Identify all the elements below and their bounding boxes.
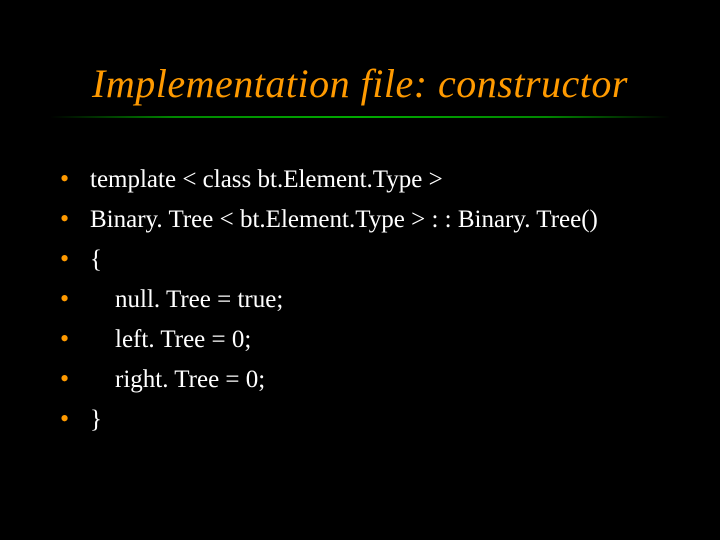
bullet-icon: •: [60, 365, 90, 393]
slide-title: Implementation file: constructor: [0, 60, 720, 107]
bullet-icon: •: [60, 205, 90, 233]
bullet-icon: •: [60, 405, 90, 433]
bullet-icon: •: [60, 325, 90, 353]
list-item: • template < class bt.Element.Type >: [60, 165, 670, 195]
bullet-icon: •: [60, 245, 90, 273]
code-line: template < class bt.Element.Type >: [90, 165, 443, 195]
list-item: • null. Tree = true;: [60, 285, 670, 315]
title-underline: [50, 116, 670, 118]
list-item: • left. Tree = 0;: [60, 325, 670, 355]
bullet-icon: •: [60, 285, 90, 313]
code-line: {: [90, 245, 102, 275]
code-line: }: [90, 405, 102, 435]
list-item: • Binary. Tree < bt.Element.Type > : : B…: [60, 205, 670, 235]
list-item: • {: [60, 245, 670, 275]
slide: Implementation file: constructor • templ…: [0, 0, 720, 540]
slide-body: • template < class bt.Element.Type > • B…: [60, 165, 670, 445]
list-item: • right. Tree = 0;: [60, 365, 670, 395]
list-item: • }: [60, 405, 670, 435]
code-line: right. Tree = 0;: [90, 365, 265, 395]
code-line: null. Tree = true;: [90, 285, 283, 315]
code-line: left. Tree = 0;: [90, 325, 251, 355]
bullet-icon: •: [60, 165, 90, 193]
code-line: Binary. Tree < bt.Element.Type > : : Bin…: [90, 205, 598, 235]
